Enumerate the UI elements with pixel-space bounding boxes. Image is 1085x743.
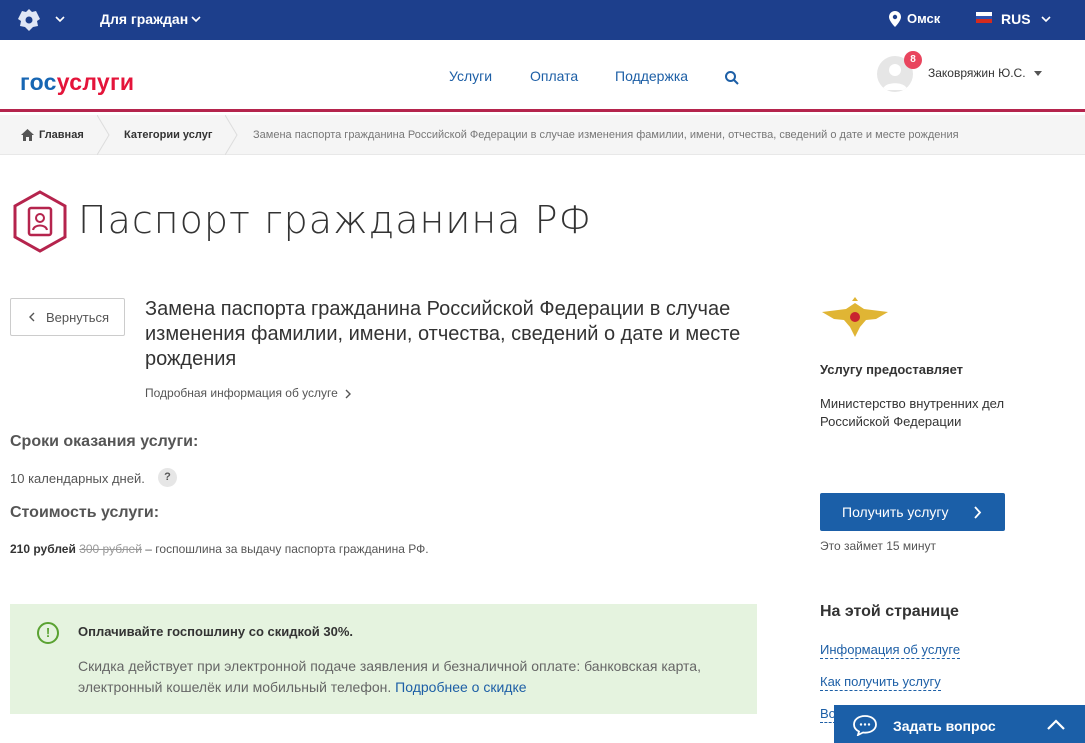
discount-link[interactable]: Подробнее о скидке xyxy=(395,679,526,695)
search-icon[interactable] xyxy=(724,70,740,86)
chevron-right-icon xyxy=(345,389,351,399)
duration-note: Это займет 15 минут xyxy=(820,539,936,553)
caret-down-icon[interactable] xyxy=(1034,71,1042,76)
terms-value: 10 календарных дней. xyxy=(10,471,145,486)
cost-heading: Стоимость услуги: xyxy=(10,504,160,521)
help-icon[interactable]: ? xyxy=(158,468,177,487)
language-selector[interactable]: RUS xyxy=(1001,11,1031,27)
cost-line: 210 рублей 300 рублей – госпошлина за вы… xyxy=(10,542,429,556)
on-page-heading: На этой странице xyxy=(820,603,959,620)
nav-services[interactable]: Услуги xyxy=(449,68,492,84)
chevron-right-icon xyxy=(974,506,982,519)
toc-link-how-to-get[interactable]: Как получить услугу xyxy=(820,674,941,691)
chevron-down-icon[interactable] xyxy=(1040,13,1052,25)
discount-banner: ! Оплачивайте госпошлину со скидкой 30%.… xyxy=(10,604,757,714)
ask-question-button[interactable]: Задать вопрос xyxy=(834,705,1085,743)
page-title: Паспорт гражданина РФ xyxy=(78,198,593,242)
alert-icon: ! xyxy=(37,622,59,644)
gosuslugi-logo[interactable]: госуслуги xyxy=(20,69,134,96)
chat-bubble-icon xyxy=(853,715,877,736)
breadcrumb-current: Замена паспорта гражданина Российской Фе… xyxy=(253,129,959,141)
city-selector[interactable]: Омск xyxy=(907,11,940,26)
nav-support[interactable]: Поддержка xyxy=(615,68,688,84)
more-info-link[interactable]: Подробная информация об услуге xyxy=(145,386,352,400)
top-bar: Для граждан Омск RUS xyxy=(0,0,1085,40)
provider-name: Министерство внутренних дел Российской Ф… xyxy=(820,396,1005,429)
breadcrumb-categories[interactable]: Категории услуг xyxy=(124,129,212,141)
breadcrumb-separator xyxy=(97,115,110,155)
chevron-down-icon[interactable] xyxy=(54,13,66,25)
location-pin-icon xyxy=(889,11,901,27)
chevron-up-icon[interactable] xyxy=(1046,718,1066,731)
provider-heading: Услугу предоставляет xyxy=(820,362,964,377)
banner-text: Скидка действует при электронной подаче … xyxy=(78,658,701,695)
site-header: госуслуги Услуги Оплата Поддержка 8 Зако… xyxy=(0,40,1085,112)
notification-badge[interactable]: 8 xyxy=(904,51,922,69)
breadcrumb: Главная Категории услуг Замена паспорта … xyxy=(0,115,1085,155)
home-icon[interactable] xyxy=(21,129,34,141)
chevron-left-icon xyxy=(29,312,35,322)
banner-title: Оплачивайте госпошлину со скидкой 30%. xyxy=(78,624,354,639)
get-service-button[interactable]: Получить услугу xyxy=(820,493,1005,531)
nav-payment[interactable]: Оплата xyxy=(530,68,578,84)
passport-icon xyxy=(13,190,67,253)
breadcrumb-separator xyxy=(225,115,238,155)
coat-of-arms-icon[interactable] xyxy=(16,7,42,33)
user-menu[interactable]: Заковряжин Ю.С. xyxy=(928,66,1026,80)
audience-selector[interactable]: Для граждан xyxy=(100,11,188,27)
service-title: Замена паспорта гражданина Российской Фе… xyxy=(145,298,741,370)
russia-flag-icon xyxy=(976,12,992,24)
toc-link-info[interactable]: Информация об услуге xyxy=(820,642,961,659)
chevron-down-icon[interactable] xyxy=(190,13,202,25)
breadcrumb-home[interactable]: Главная xyxy=(39,129,84,141)
mvd-emblem-icon xyxy=(822,297,888,337)
back-button[interactable]: Вернуться xyxy=(10,298,125,336)
terms-heading: Сроки оказания услуги: xyxy=(10,433,199,450)
